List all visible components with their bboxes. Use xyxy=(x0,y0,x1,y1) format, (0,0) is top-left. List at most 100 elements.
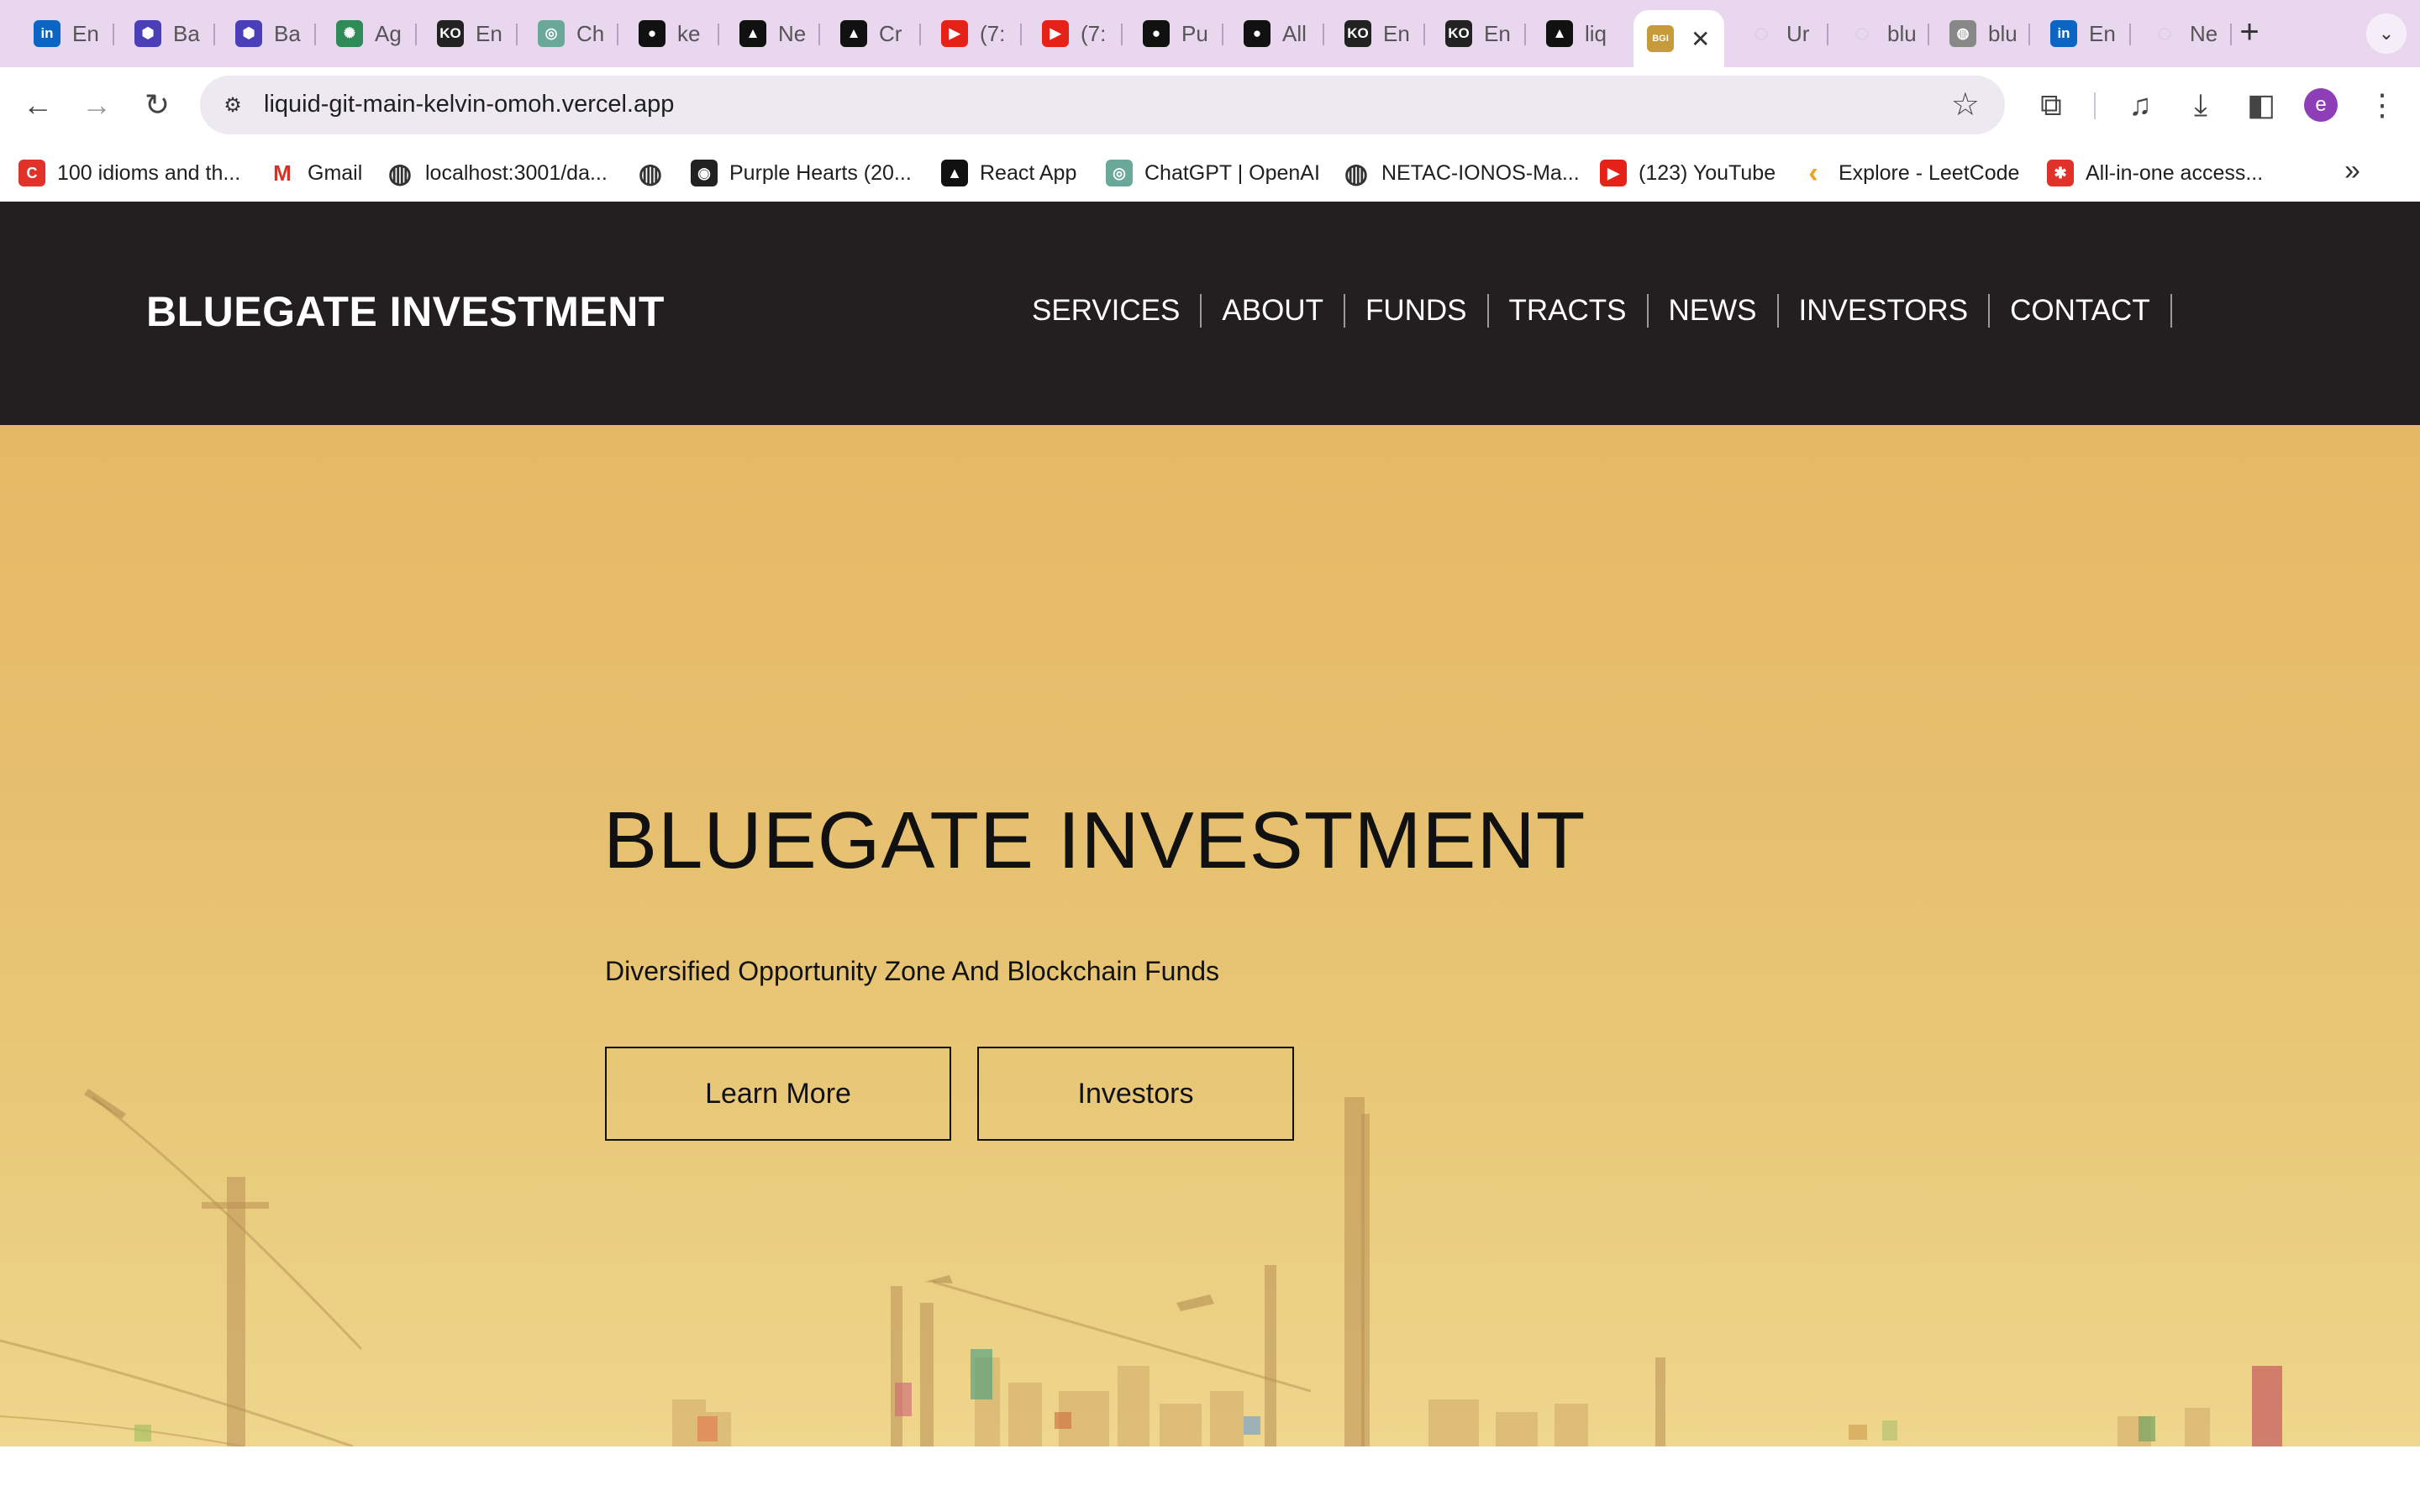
nav-investors[interactable]: INVESTORS xyxy=(1779,294,1991,328)
tab[interactable]: ◌ blu xyxy=(1835,12,1919,55)
tab[interactable]: ● ke xyxy=(625,12,709,55)
bookmark-item[interactable]: M Gmail xyxy=(269,156,362,190)
tab-title: All xyxy=(1282,20,1307,46)
web-page: BLUEGATE INVESTMENT SERVICES ABOUT FUNDS… xyxy=(0,202,2420,1512)
nav-news[interactable]: NEWS xyxy=(1649,294,1779,328)
tab-title: (7: xyxy=(1081,20,1107,46)
hexagon-icon: ⬢ xyxy=(134,20,161,47)
learn-more-button[interactable]: Learn More xyxy=(605,1047,951,1141)
bookmark-item[interactable]: ◍ localhost:3001/da... xyxy=(387,156,608,190)
tab[interactable]: ◌ Ur xyxy=(1734,12,1818,55)
site-logo-text[interactable]: BLUEGATE INVESTMENT xyxy=(146,287,665,336)
address-bar[interactable]: ⚙ liquid-git-main-kelvin-omoh.vercel.app… xyxy=(200,76,2005,134)
bookmark-item[interactable]: ‹ Explore - LeetCode xyxy=(1800,156,2019,190)
browser-menu-button[interactable]: ⋮ xyxy=(2361,84,2403,126)
tab[interactable]: ● Pu xyxy=(1129,12,1213,55)
tab[interactable]: ● All xyxy=(1230,12,1314,55)
tab[interactable]: ▶ (7: xyxy=(1028,12,1113,55)
site-info-button[interactable]: ⚙ xyxy=(215,87,250,123)
globe-icon: ◍ xyxy=(388,158,412,188)
vercel-icon: ▲ xyxy=(739,20,766,47)
nav-services[interactable]: SERVICES xyxy=(1012,294,1202,328)
tab-title: (7: xyxy=(980,20,1006,46)
tab-title: liq xyxy=(1585,20,1607,46)
leetcode-icon: ‹ xyxy=(1808,156,1818,189)
openai-icon: ◎ xyxy=(1106,160,1133,186)
tab[interactable]: KO En xyxy=(424,12,508,55)
bookmark-item[interactable]: ◉ Purple Hearts (20... xyxy=(691,156,912,190)
tab[interactable]: ✺ Ag xyxy=(323,12,407,55)
tab[interactable]: KO En xyxy=(1331,12,1415,55)
bookmark-item[interactable]: ◎ ChatGPT | OpenAI xyxy=(1106,156,1320,190)
tab-separator xyxy=(919,24,921,45)
tab[interactable]: ▶ (7: xyxy=(928,12,1012,55)
bookmark-label: NETAC-IONOS-Ma... xyxy=(1381,160,1580,185)
youtube-icon: ▶ xyxy=(941,20,968,47)
tab-title: Ne xyxy=(2190,20,2218,46)
nav-about[interactable]: ABOUT xyxy=(1202,294,1345,328)
tab[interactable]: ▲ liq xyxy=(1533,12,1617,55)
vercel-icon: ▲ xyxy=(1546,20,1573,47)
tab[interactable]: ◌ Ne xyxy=(2138,12,2222,55)
ko-icon: KO xyxy=(1445,20,1472,47)
media-icon: ♫ xyxy=(2128,87,2152,122)
download-icon: ⤓ xyxy=(2194,87,2207,122)
tab[interactable]: ◍ blu xyxy=(1936,12,2020,55)
bookmark-item[interactable]: ▶ (123) YouTube xyxy=(1600,156,1776,190)
bookmark-item[interactable]: ◍ xyxy=(637,156,664,190)
tab-title: Ch xyxy=(576,20,605,46)
hero-subtitle: Diversified Opportunity Zone And Blockch… xyxy=(605,956,1220,986)
hero-section: BLUEGATE INVESTMENT Diversified Opportun… xyxy=(0,425,2420,1446)
investors-button[interactable]: Investors xyxy=(977,1047,1294,1141)
more-bookmarks-button[interactable]: » xyxy=(2344,155,2360,187)
tab-active[interactable]: BGI ✕ xyxy=(1634,10,1724,67)
bookmark-label: Gmail xyxy=(308,160,363,185)
bookmark-label: All-in-one access... xyxy=(2086,160,2264,185)
nav-funds[interactable]: FUNDS xyxy=(1345,294,1489,328)
bookmarks-bar: C 100 idioms and th... M Gmail ◍ localhost:30… xyxy=(0,143,2420,202)
tab[interactable]: ▲ Ne xyxy=(726,12,810,55)
tab[interactable]: ◎ Ch xyxy=(524,12,608,55)
back-button[interactable]: ← xyxy=(17,84,59,126)
downloads-button[interactable]: ⤓ xyxy=(2180,84,2222,126)
tab-title: Pu xyxy=(1181,20,1208,46)
close-tab-icon[interactable]: ✕ xyxy=(1691,25,1710,53)
tab-title: ke xyxy=(677,20,701,46)
tab[interactable]: in En xyxy=(2037,12,2121,55)
tab-separator xyxy=(1524,24,1526,45)
tab[interactable]: ⬢ Ba xyxy=(222,12,306,55)
nav-tracts[interactable]: TRACTS xyxy=(1489,294,1649,328)
nav-contact[interactable]: CONTACT xyxy=(1990,294,2172,328)
tab-title: En xyxy=(1484,20,1511,46)
tab-search-button[interactable]: ⌄ xyxy=(2366,13,2407,54)
reload-button[interactable]: ↻ xyxy=(136,84,178,126)
bookmark-label: ChatGPT | OpenAI xyxy=(1144,160,1320,185)
extensions-button[interactable]: ⧉ xyxy=(2030,84,2072,126)
hero-title: BLUEGATE INVESTMENT xyxy=(603,795,1586,885)
side-panel-button[interactable]: ◧ xyxy=(2240,84,2282,126)
media-controls-button[interactable]: ♫ xyxy=(2119,84,2161,126)
bookmark-item[interactable]: ✱ All-in-one access... xyxy=(2047,156,2263,190)
new-tab-button[interactable]: + xyxy=(2231,15,2268,52)
bookmark-item[interactable]: ▲ React App xyxy=(941,156,1076,190)
loading-icon: ◌ xyxy=(2157,19,2172,47)
tab[interactable]: in En xyxy=(20,12,104,55)
url-text[interactable]: liquid-git-main-kelvin-omoh.vercel.app xyxy=(264,91,674,118)
browser-tab-strip: in En ⬢ Ba ⬢ Ba ✺ Ag KO En ◎ Ch ● ke ▲ Ne ▲ Cr ▶ (7: ▶ (7: ● Pu… xyxy=(0,0,2420,67)
site-header: BLUEGATE INVESTMENT SERVICES ABOUT FUNDS… xyxy=(0,202,2420,425)
tab[interactable]: ▲ Cr xyxy=(827,12,911,55)
tab[interactable]: KO En xyxy=(1432,12,1516,55)
tab-separator xyxy=(213,24,215,45)
forward-button[interactable]: → xyxy=(76,84,118,126)
bookmark-item[interactable]: C 100 idioms and th... xyxy=(18,156,240,190)
bookmark-label: 100 idioms and th... xyxy=(57,160,241,185)
bookmark-star-button[interactable]: ☆ xyxy=(1951,86,1980,123)
tab[interactable]: ⬢ Ba xyxy=(121,12,205,55)
forward-arrow-icon: → xyxy=(82,87,112,122)
tab-separator xyxy=(617,24,618,45)
bookmark-item[interactable]: ◍ NETAC-IONOS-Ma... xyxy=(1343,156,1580,190)
tab-separator xyxy=(1121,24,1123,45)
profile-avatar[interactable]: e xyxy=(2304,88,2338,122)
kebab-menu-icon: ⋮ xyxy=(2367,87,2397,122)
tab-separator xyxy=(113,24,114,45)
